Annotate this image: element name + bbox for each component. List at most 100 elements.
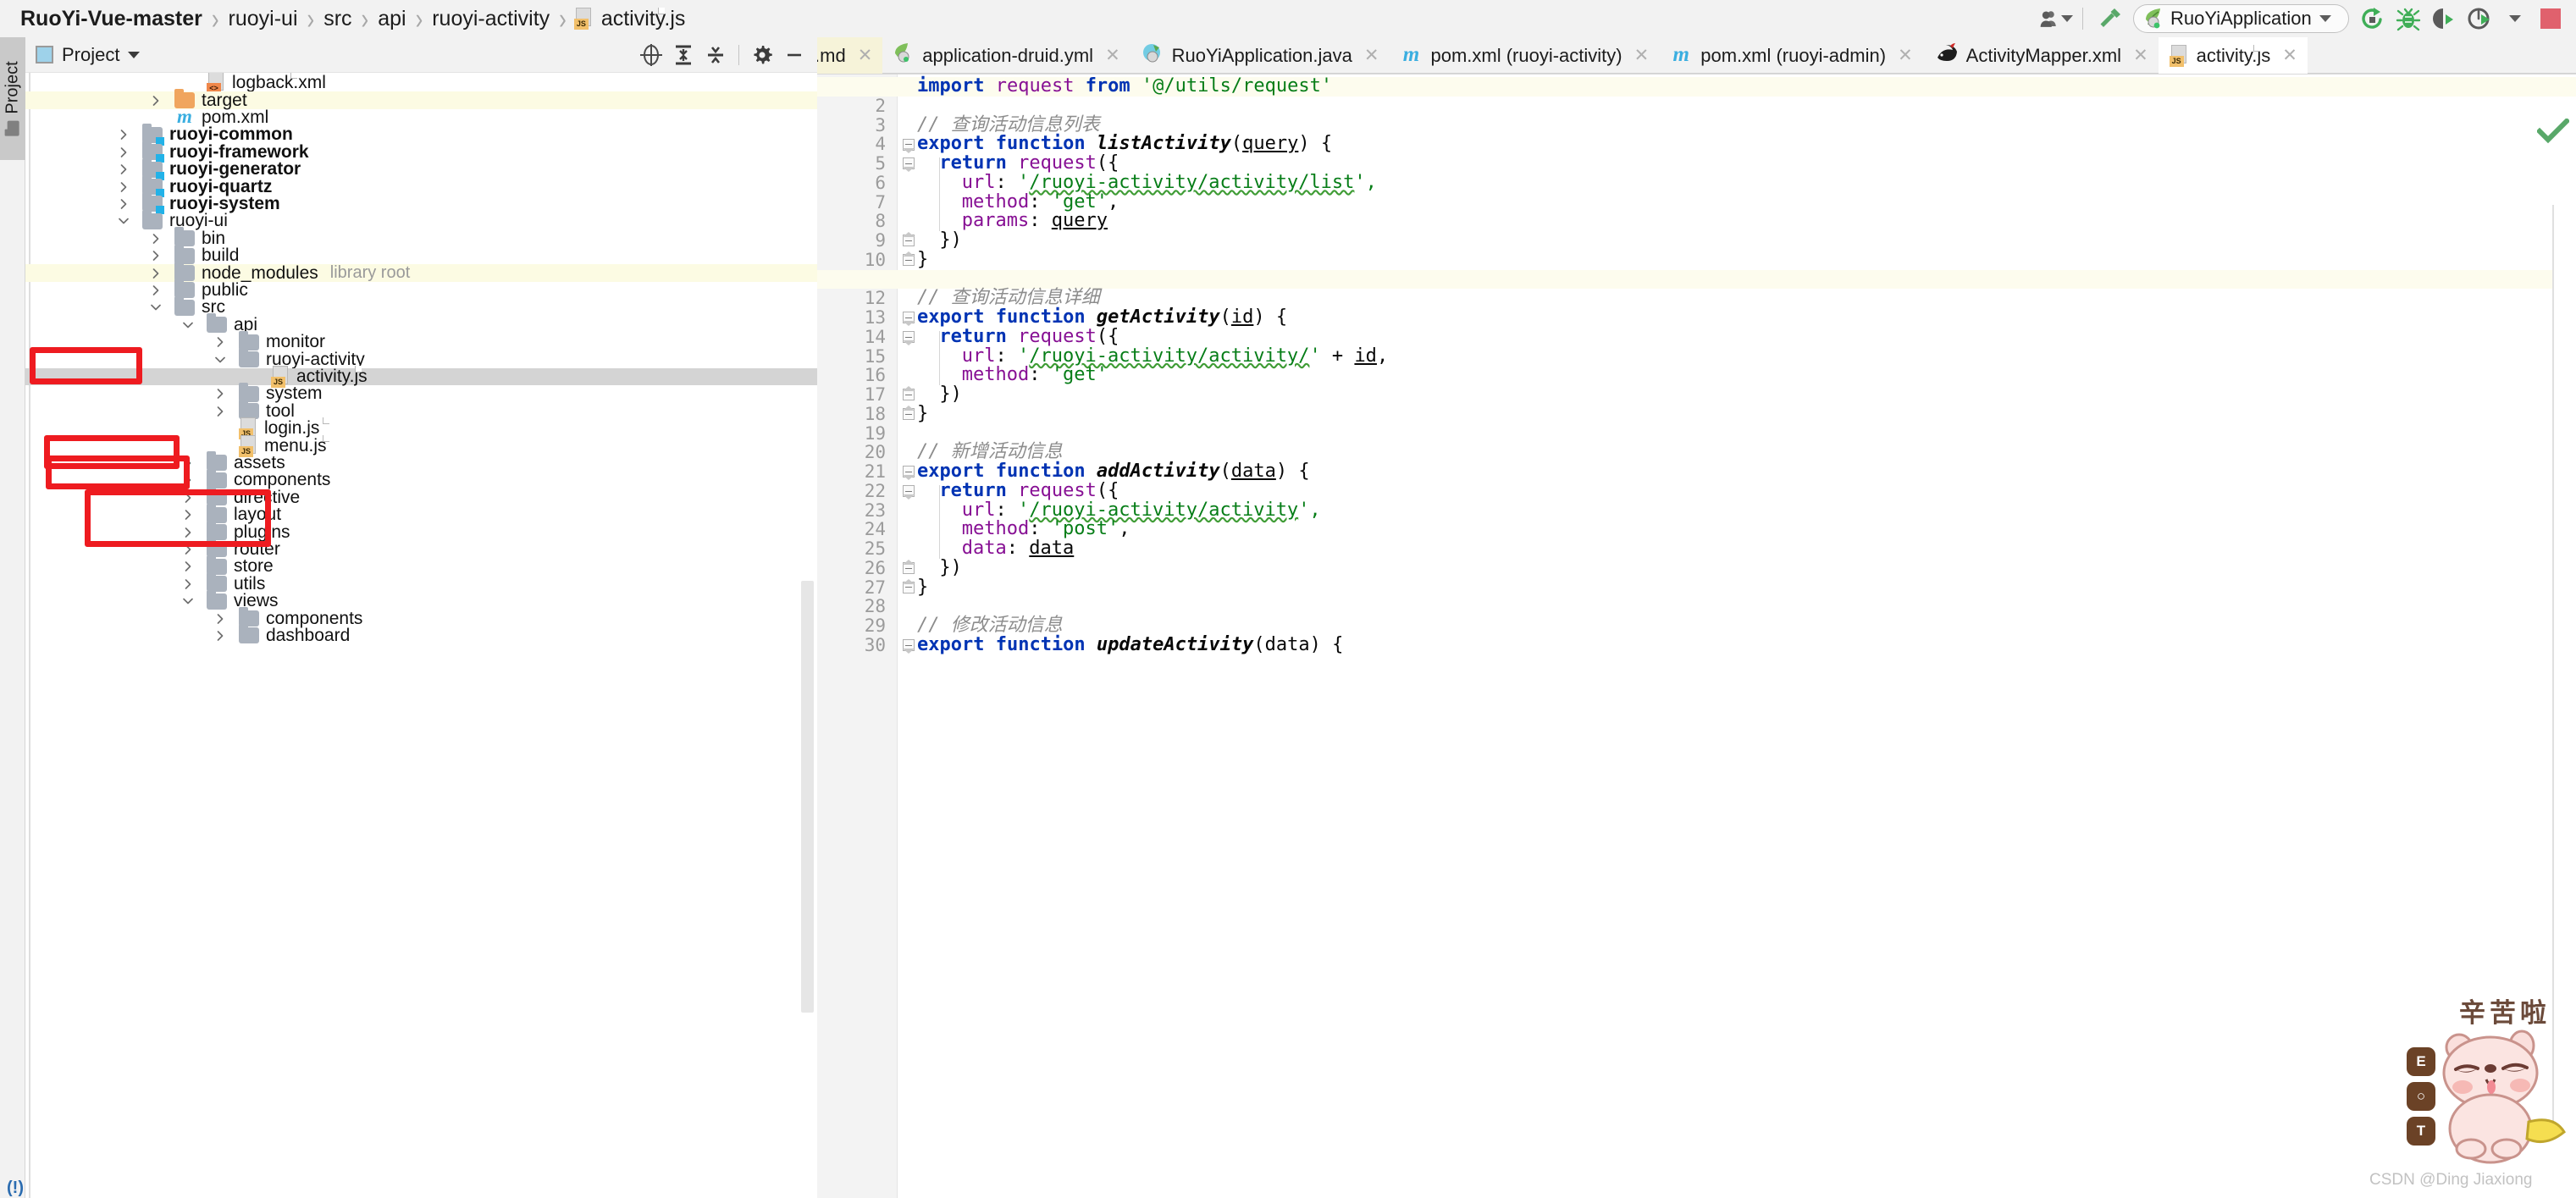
code-fold-marker[interactable] bbox=[901, 385, 916, 405]
run-with-coverage-button[interactable] bbox=[2427, 2, 2461, 36]
stop-button[interactable] bbox=[2534, 2, 2568, 36]
editor-scrollbar-track[interactable] bbox=[2552, 205, 2554, 1136]
close-icon[interactable]: ✕ bbox=[2282, 45, 2297, 66]
code-fold-marker[interactable] bbox=[901, 462, 916, 482]
tree-node-dashboard[interactable]: dashboard bbox=[25, 627, 817, 644]
tree-node-build[interactable]: build bbox=[25, 247, 817, 264]
tree-node-views[interactable]: views bbox=[25, 593, 817, 610]
tree-node-activity-js[interactable]: JSactivity.js bbox=[25, 368, 817, 385]
code-fold-marker[interactable] bbox=[901, 482, 916, 501]
tree-node-layout[interactable]: layout bbox=[25, 506, 817, 523]
chevron-down-icon[interactable] bbox=[128, 52, 140, 58]
expand-all-button[interactable] bbox=[669, 41, 698, 69]
tree-node-public[interactable]: public bbox=[25, 282, 817, 299]
tree-node-directive[interactable]: directive bbox=[25, 489, 817, 506]
code-editor[interactable]: 1234567891011121314151617181920212223242… bbox=[817, 75, 2576, 1198]
tree-node-components[interactable]: components bbox=[25, 472, 817, 489]
chevron-right-icon[interactable] bbox=[147, 230, 164, 247]
code-content[interactable]: import request from '@/utils/request'// … bbox=[817, 75, 2576, 1198]
collapse-all-button[interactable] bbox=[701, 41, 730, 69]
close-icon[interactable]: ✕ bbox=[858, 45, 873, 66]
editor-tab-pom-xml-ruoyi-activity-[interactable]: mpom.xml (ruoyi-activity)✕ bbox=[1389, 37, 1659, 74]
editor-tab-activitymapper-xml[interactable]: ActivityMapper.xml✕ bbox=[1923, 37, 2159, 74]
code-fold-marker[interactable] bbox=[901, 405, 916, 424]
code-fold-marker[interactable] bbox=[901, 636, 916, 655]
chevron-right-icon[interactable] bbox=[180, 558, 196, 575]
chevron-right-icon[interactable] bbox=[212, 627, 229, 644]
chevron-down-icon[interactable] bbox=[115, 213, 132, 229]
chevron-right-icon[interactable] bbox=[212, 334, 229, 351]
chevron-right-icon[interactable] bbox=[115, 179, 132, 196]
code-fold-marker[interactable] bbox=[901, 251, 916, 270]
tree-node-plugins[interactable]: plugins bbox=[25, 523, 817, 540]
run-button[interactable] bbox=[2356, 2, 2390, 36]
tree-node-monitor[interactable]: monitor bbox=[25, 334, 817, 351]
chevron-right-icon[interactable] bbox=[147, 247, 164, 264]
debug-button[interactable] bbox=[2391, 2, 2425, 36]
profile-button[interactable] bbox=[2463, 2, 2496, 36]
tree-node-menu-js[interactable]: JSmenu.js bbox=[25, 437, 817, 454]
tree-node-logback-xml[interactable]: <>logback.xml bbox=[25, 75, 817, 91]
tree-node-components[interactable]: components bbox=[25, 610, 817, 627]
user-account-button[interactable] bbox=[2039, 2, 2073, 36]
tree-node-ruoyi-activity[interactable]: ruoyi-activity bbox=[25, 351, 817, 367]
chevron-right-icon[interactable] bbox=[115, 144, 132, 161]
chevron-right-icon[interactable] bbox=[115, 196, 132, 213]
code-fold-marker[interactable] bbox=[901, 328, 916, 347]
chevron-right-icon[interactable] bbox=[180, 576, 196, 593]
tree-node-src[interactable]: src bbox=[25, 299, 817, 316]
chevron-right-icon[interactable] bbox=[180, 506, 196, 523]
tree-node-tool[interactable]: tool bbox=[25, 403, 817, 420]
close-icon[interactable]: ✕ bbox=[1634, 45, 1650, 66]
breadcrumb-item-api[interactable]: api bbox=[376, 8, 407, 30]
editor-tab-me-md[interactable]: ME.md✕ bbox=[817, 37, 882, 74]
scroll-from-source-button[interactable] bbox=[637, 41, 666, 69]
code-fold-marker[interactable] bbox=[901, 154, 916, 174]
close-icon[interactable]: ✕ bbox=[1898, 45, 1913, 66]
editor-tab-application-druid-yml[interactable]: application-druid.yml✕ bbox=[882, 37, 1130, 74]
editor-tab-pom-xml-ruoyi-admin-[interactable]: mpom.xml (ruoyi-admin)✕ bbox=[1659, 37, 1922, 74]
close-icon[interactable]: ✕ bbox=[1105, 45, 1120, 66]
tool-window-tab-project[interactable]: Project bbox=[0, 37, 25, 160]
code-fold-marker[interactable] bbox=[901, 135, 916, 154]
tree-node-assets[interactable]: assets bbox=[25, 455, 817, 472]
hide-panel-button[interactable] bbox=[780, 41, 809, 69]
tree-node-router[interactable]: router bbox=[25, 541, 817, 558]
chevron-right-icon[interactable] bbox=[180, 524, 196, 541]
chevron-right-icon[interactable] bbox=[115, 126, 132, 143]
chevron-right-icon[interactable] bbox=[212, 403, 229, 420]
tree-node-ruoyi-ui[interactable]: ruoyi-ui bbox=[25, 213, 817, 229]
tree-node-system[interactable]: system bbox=[25, 385, 817, 402]
chevron-right-icon[interactable] bbox=[212, 610, 229, 627]
tree-node-target[interactable]: target bbox=[25, 91, 817, 108]
chevron-down-icon[interactable] bbox=[212, 351, 229, 368]
chevron-right-icon[interactable] bbox=[180, 472, 196, 489]
more-run-options-button[interactable] bbox=[2498, 2, 2532, 36]
project-tree-scrollbar[interactable] bbox=[801, 581, 814, 1013]
project-view-selector[interactable]: Project bbox=[36, 44, 140, 66]
chevron-right-icon[interactable] bbox=[147, 282, 164, 299]
chevron-down-icon[interactable] bbox=[180, 593, 196, 610]
close-icon[interactable]: ✕ bbox=[2133, 45, 2148, 66]
code-fold-marker[interactable] bbox=[901, 559, 916, 578]
chevron-down-icon[interactable] bbox=[147, 299, 164, 316]
chevron-down-icon[interactable] bbox=[180, 317, 196, 334]
close-icon[interactable]: ✕ bbox=[1364, 45, 1379, 66]
tree-node-bin[interactable]: bin bbox=[25, 230, 817, 247]
code-fold-marker[interactable] bbox=[901, 578, 916, 598]
chevron-right-icon[interactable] bbox=[147, 92, 164, 109]
build-button[interactable] bbox=[2092, 2, 2126, 36]
chevron-right-icon[interactable] bbox=[180, 455, 196, 472]
chevron-right-icon[interactable] bbox=[212, 385, 229, 402]
code-fold-marker[interactable] bbox=[901, 231, 916, 251]
tree-node-api[interactable]: api bbox=[25, 317, 817, 334]
tree-node-node-modules[interactable]: node_moduleslibrary root bbox=[25, 264, 817, 281]
breadcrumb-item-activity-js[interactable]: JSactivity.js bbox=[574, 8, 688, 30]
chevron-right-icon[interactable] bbox=[180, 489, 196, 506]
tree-node-store[interactable]: store bbox=[25, 558, 817, 575]
breadcrumb-item-ruoyi-ui[interactable]: ruoyi-ui bbox=[227, 8, 300, 30]
editor-tab-activity-js[interactable]: JSactivity.js✕ bbox=[2159, 37, 2308, 74]
breadcrumb-item-ruoyi-activity[interactable]: ruoyi-activity bbox=[430, 8, 551, 30]
tree-node-utils[interactable]: utils bbox=[25, 576, 817, 593]
chevron-right-icon[interactable] bbox=[115, 161, 132, 178]
